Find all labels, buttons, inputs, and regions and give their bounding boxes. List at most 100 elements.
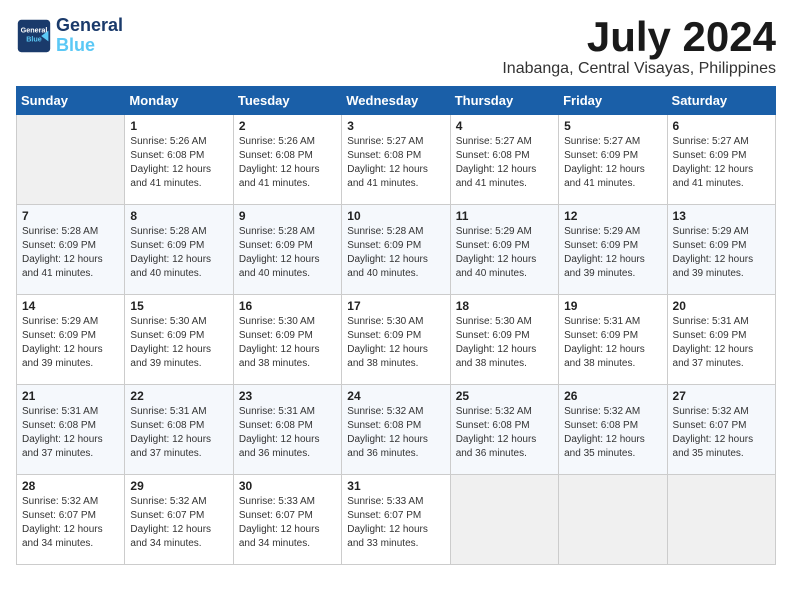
calendar-cell: [17, 115, 125, 205]
day-number: 14: [22, 299, 119, 313]
day-number: 16: [239, 299, 336, 313]
calendar-table: SundayMondayTuesdayWednesdayThursdayFrid…: [16, 86, 776, 565]
day-info: Sunrise: 5:30 AM Sunset: 6:09 PM Dayligh…: [347, 315, 444, 371]
logo-text: General Blue: [56, 16, 123, 56]
calendar-cell: 6 Sunrise: 5:27 AM Sunset: 6:09 PM Daylig…: [667, 115, 775, 205]
calendar-cell: 20 Sunrise: 5:31 AM Sunset: 6:09 PM Dayli…: [667, 295, 775, 385]
day-info: Sunrise: 5:26 AM Sunset: 6:08 PM Dayligh…: [130, 135, 227, 191]
day-number: 25: [456, 389, 553, 403]
day-info: Sunrise: 5:31 AM Sunset: 6:08 PM Dayligh…: [239, 405, 336, 461]
month-title: July 2024: [502, 16, 776, 58]
day-number: 6: [673, 119, 770, 133]
day-number: 20: [673, 299, 770, 313]
day-info: Sunrise: 5:29 AM Sunset: 6:09 PM Dayligh…: [22, 315, 119, 371]
day-info: Sunrise: 5:27 AM Sunset: 6:09 PM Dayligh…: [673, 135, 770, 191]
calendar-cell: 10 Sunrise: 5:28 AM Sunset: 6:09 PM Dayli…: [342, 205, 450, 295]
logo: General Blue General Blue: [16, 16, 123, 56]
day-info: Sunrise: 5:29 AM Sunset: 6:09 PM Dayligh…: [456, 225, 553, 281]
calendar-cell: 1Sunrise: 5:26 AM Sunset: 6:08 PM Daylig…: [125, 115, 233, 205]
day-number: 3: [347, 119, 444, 133]
day-number: 17: [347, 299, 444, 313]
day-info: Sunrise: 5:30 AM Sunset: 6:09 PM Dayligh…: [239, 315, 336, 371]
day-info: Sunrise: 5:29 AM Sunset: 6:09 PM Dayligh…: [673, 225, 770, 281]
day-number: 18: [456, 299, 553, 313]
calendar-cell: 28Sunrise: 5:32 AM Sunset: 6:07 PM Dayli…: [17, 475, 125, 565]
day-number: 2: [239, 119, 336, 133]
day-info: Sunrise: 5:32 AM Sunset: 6:07 PM Dayligh…: [673, 405, 770, 461]
calendar-cell: 25Sunrise: 5:32 AM Sunset: 6:08 PM Dayli…: [450, 385, 558, 475]
day-number: 30: [239, 479, 336, 493]
day-number: 13: [673, 209, 770, 223]
calendar-cell: 5Sunrise: 5:27 AM Sunset: 6:09 PM Daylig…: [559, 115, 667, 205]
day-header-sunday: Sunday: [17, 87, 125, 115]
calendar-cell: 15Sunrise: 5:30 AM Sunset: 6:09 PM Dayli…: [125, 295, 233, 385]
calendar-cell: 3 Sunrise: 5:27 AM Sunset: 6:08 PM Daylig…: [342, 115, 450, 205]
day-info: Sunrise: 5:28 AM Sunset: 6:09 PM Dayligh…: [347, 225, 444, 281]
logo-icon: General Blue: [16, 18, 52, 54]
day-number: 7: [22, 209, 119, 223]
day-info: Sunrise: 5:32 AM Sunset: 6:08 PM Dayligh…: [564, 405, 661, 461]
calendar-cell: 8Sunrise: 5:28 AM Sunset: 6:09 PM Daylig…: [125, 205, 233, 295]
calendar-cell: 17 Sunrise: 5:30 AM Sunset: 6:09 PM Dayli…: [342, 295, 450, 385]
day-number: 23: [239, 389, 336, 403]
day-info: Sunrise: 5:31 AM Sunset: 6:09 PM Dayligh…: [673, 315, 770, 371]
calendar-cell: 7 Sunrise: 5:28 AM Sunset: 6:09 PM Daylig…: [17, 205, 125, 295]
day-header-wednesday: Wednesday: [342, 87, 450, 115]
day-number: 27: [673, 389, 770, 403]
day-number: 10: [347, 209, 444, 223]
day-info: Sunrise: 5:32 AM Sunset: 6:08 PM Dayligh…: [347, 405, 444, 461]
calendar-cell: 19Sunrise: 5:31 AM Sunset: 6:09 PM Dayli…: [559, 295, 667, 385]
day-info: Sunrise: 5:30 AM Sunset: 6:09 PM Dayligh…: [130, 315, 227, 371]
day-number: 24: [347, 389, 444, 403]
day-info: Sunrise: 5:26 AM Sunset: 6:08 PM Dayligh…: [239, 135, 336, 191]
calendar-cell: 2 Sunrise: 5:26 AM Sunset: 6:08 PM Daylig…: [233, 115, 341, 205]
day-number: 9: [239, 209, 336, 223]
calendar-cell: 21 Sunrise: 5:31 AM Sunset: 6:08 PM Dayli…: [17, 385, 125, 475]
day-number: 31: [347, 479, 444, 493]
calendar-cell: [559, 475, 667, 565]
day-info: Sunrise: 5:33 AM Sunset: 6:07 PM Dayligh…: [239, 495, 336, 551]
calendar-cell: 27 Sunrise: 5:32 AM Sunset: 6:07 PM Dayli…: [667, 385, 775, 475]
day-info: Sunrise: 5:32 AM Sunset: 6:07 PM Dayligh…: [130, 495, 227, 551]
calendar-cell: 9 Sunrise: 5:28 AM Sunset: 6:09 PM Daylig…: [233, 205, 341, 295]
day-info: Sunrise: 5:30 AM Sunset: 6:09 PM Dayligh…: [456, 315, 553, 371]
header: General Blue General Blue July 2024 Inab…: [16, 16, 776, 78]
day-header-saturday: Saturday: [667, 87, 775, 115]
location-title: Inabanga, Central Visayas, Philippines: [502, 60, 776, 78]
day-info: Sunrise: 5:27 AM Sunset: 6:08 PM Dayligh…: [347, 135, 444, 191]
day-number: 29: [130, 479, 227, 493]
day-info: Sunrise: 5:31 AM Sunset: 6:08 PM Dayligh…: [130, 405, 227, 461]
day-info: Sunrise: 5:33 AM Sunset: 6:07 PM Dayligh…: [347, 495, 444, 551]
day-number: 26: [564, 389, 661, 403]
calendar-cell: 4 Sunrise: 5:27 AM Sunset: 6:08 PM Daylig…: [450, 115, 558, 205]
svg-text:Blue: Blue: [26, 34, 42, 43]
day-number: 4: [456, 119, 553, 133]
day-header-monday: Monday: [125, 87, 233, 115]
day-info: Sunrise: 5:27 AM Sunset: 6:08 PM Dayligh…: [456, 135, 553, 191]
calendar-cell: 30 Sunrise: 5:33 AM Sunset: 6:07 PM Dayli…: [233, 475, 341, 565]
calendar-cell: 23 Sunrise: 5:31 AM Sunset: 6:08 PM Dayli…: [233, 385, 341, 475]
day-info: Sunrise: 5:32 AM Sunset: 6:07 PM Dayligh…: [22, 495, 119, 551]
day-header-friday: Friday: [559, 87, 667, 115]
day-info: Sunrise: 5:29 AM Sunset: 6:09 PM Dayligh…: [564, 225, 661, 281]
calendar-cell: 22Sunrise: 5:31 AM Sunset: 6:08 PM Dayli…: [125, 385, 233, 475]
calendar-header: SundayMondayTuesdayWednesdayThursdayFrid…: [17, 87, 776, 115]
day-header-thursday: Thursday: [450, 87, 558, 115]
calendar-cell: 18 Sunrise: 5:30 AM Sunset: 6:09 PM Dayli…: [450, 295, 558, 385]
calendar-cell: 11 Sunrise: 5:29 AM Sunset: 6:09 PM Dayli…: [450, 205, 558, 295]
title-area: July 2024 Inabanga, Central Visayas, Phi…: [502, 16, 776, 78]
day-info: Sunrise: 5:31 AM Sunset: 6:09 PM Dayligh…: [564, 315, 661, 371]
day-info: Sunrise: 5:28 AM Sunset: 6:09 PM Dayligh…: [22, 225, 119, 281]
day-info: Sunrise: 5:31 AM Sunset: 6:08 PM Dayligh…: [22, 405, 119, 461]
calendar-cell: 24 Sunrise: 5:32 AM Sunset: 6:08 PM Dayli…: [342, 385, 450, 475]
calendar-cell: 31 Sunrise: 5:33 AM Sunset: 6:07 PM Dayli…: [342, 475, 450, 565]
svg-text:General: General: [21, 25, 48, 34]
day-header-tuesday: Tuesday: [233, 87, 341, 115]
day-number: 21: [22, 389, 119, 403]
calendar-cell: 14 Sunrise: 5:29 AM Sunset: 6:09 PM Dayli…: [17, 295, 125, 385]
day-info: Sunrise: 5:28 AM Sunset: 6:09 PM Dayligh…: [239, 225, 336, 281]
calendar-cell: 13 Sunrise: 5:29 AM Sunset: 6:09 PM Dayli…: [667, 205, 775, 295]
day-number: 11: [456, 209, 553, 223]
calendar-cell: [667, 475, 775, 565]
day-number: 12: [564, 209, 661, 223]
